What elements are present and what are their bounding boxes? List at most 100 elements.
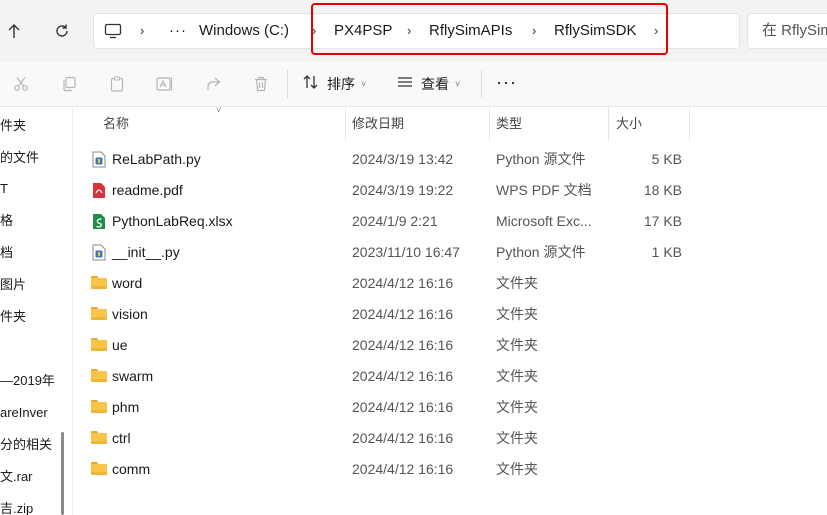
toolbar-divider: [481, 70, 482, 98]
nav-pane-scrollbar[interactable]: [61, 432, 64, 515]
folder-icon: [91, 400, 107, 413]
search-input[interactable]: 在 RflySim: [747, 13, 827, 49]
file-name: ReLabPath.py: [112, 151, 201, 167]
navigation-pane: 件夹 的文件 T 格 档 图片 件夹 —2019年 areInver 分的相关 …: [0, 107, 70, 515]
breadcrumb-drive[interactable]: Windows (C:): [199, 14, 289, 48]
column-divider[interactable]: [489, 107, 490, 141]
cut-icon[interactable]: [8, 71, 34, 97]
file-size: 18 KB: [643, 182, 682, 198]
file-date: 2024/4/12 16:16: [352, 399, 454, 415]
file-date: 2024/3/19 19:22: [352, 182, 454, 198]
more-options-button[interactable]: ···: [496, 62, 517, 106]
file-date: 2024/4/12 16:16: [352, 337, 454, 353]
view-menu-button[interactable]: 查看 ˅: [397, 62, 460, 106]
file-date: 2024/4/12 16:16: [352, 461, 454, 477]
sort-menu-button[interactable]: 排序 ˅: [303, 62, 366, 106]
copy-icon[interactable]: [56, 71, 82, 97]
folder-icon: [91, 338, 107, 351]
nav-item[interactable]: 格: [0, 210, 13, 232]
nav-item[interactable]: 件夹: [0, 306, 26, 328]
folder-icon: [91, 276, 107, 289]
file-date: 2023/11/10 16:47: [352, 244, 460, 260]
file-type: 文件夹: [496, 368, 538, 384]
file-type: Microsoft Exc...: [496, 213, 592, 229]
nav-item[interactable]: T: [0, 178, 8, 200]
folder-row[interactable]: swarm 2024/4/12 16:16 文件夹: [73, 361, 753, 392]
file-row[interactable]: readme.pdf 2024/3/19 19:22 WPS PDF 文档 18…: [73, 175, 753, 206]
column-name-label: 名称: [103, 116, 130, 131]
sort-icon: [303, 75, 319, 93]
column-divider[interactable]: [689, 107, 690, 141]
excel-file-icon: [93, 214, 105, 229]
nav-item[interactable]: 文.rar: [0, 466, 33, 488]
nav-item[interactable]: areInver: [0, 402, 48, 424]
folder-icon: [91, 462, 107, 475]
nav-item[interactable]: 图片: [0, 274, 26, 296]
nav-item[interactable]: 吉.zip: [0, 498, 33, 515]
file-list: 名称 ˅ 修改日期 类型 大小 ReLabPath.py 2024/3/19 1…: [73, 105, 827, 515]
folder-row[interactable]: vision 2024/4/12 16:16 文件夹: [73, 299, 753, 330]
file-name: PythonLabReq.xlsx: [112, 213, 233, 229]
file-type: WPS PDF 文档: [496, 182, 592, 198]
python-file-icon: [92, 244, 106, 261]
folder-row[interactable]: comm 2024/4/12 16:16 文件夹: [73, 454, 753, 485]
up-arrow-icon[interactable]: [0, 18, 28, 44]
computer-icon[interactable]: [104, 14, 122, 48]
file-name: word: [112, 275, 143, 291]
breadcrumb-overflow[interactable]: ···: [169, 14, 187, 48]
folder-row[interactable]: ue 2024/4/12 16:16 文件夹: [73, 330, 753, 361]
nav-item[interactable]: 分的相关: [0, 434, 52, 456]
file-name: ctrl: [112, 430, 131, 446]
refresh-icon[interactable]: [48, 18, 76, 44]
file-type: 文件夹: [496, 430, 538, 446]
file-date: 2024/4/12 16:16: [352, 430, 454, 446]
nav-item[interactable]: 的文件: [0, 147, 39, 169]
column-header-size[interactable]: 大小: [616, 107, 642, 141]
file-name: vision: [112, 306, 148, 322]
nav-item[interactable]: 件夹: [0, 115, 26, 137]
nav-item[interactable]: —2019年: [0, 370, 55, 392]
nav-item[interactable]: 档: [0, 242, 13, 264]
folder-row[interactable]: word 2024/4/12 16:16 文件夹: [73, 268, 753, 299]
file-type: 文件夹: [496, 337, 538, 353]
column-header-date[interactable]: 修改日期: [352, 107, 404, 141]
chevron-right-icon[interactable]: ›: [140, 14, 144, 48]
file-type: Python 源文件: [496, 151, 586, 167]
address-row: › ··· Windows (C:) › PX4PSP › RflySimAPI…: [0, 0, 827, 62]
file-name: ue: [112, 337, 128, 353]
folder-row[interactable]: phm 2024/4/12 16:16 文件夹: [73, 392, 753, 423]
file-size: 17 KB: [643, 213, 682, 229]
rename-icon[interactable]: [152, 71, 178, 97]
column-header-type[interactable]: 类型: [496, 107, 522, 141]
file-row[interactable]: __init__.py 2023/11/10 16:47 Python 源文件 …: [73, 237, 753, 268]
file-type: 文件夹: [496, 275, 538, 291]
folder-row[interactable]: ctrl 2024/4/12 16:16 文件夹: [73, 423, 753, 454]
delete-icon[interactable]: [248, 71, 274, 97]
chevron-down-icon: ˅: [455, 79, 461, 89]
column-date-label: 修改日期: [352, 116, 405, 131]
file-date: 2024/1/9 2:21: [352, 213, 438, 229]
folder-icon: [91, 307, 107, 320]
view-label: 查看: [421, 76, 449, 92]
folder-icon: [91, 431, 107, 444]
file-size: 1 KB: [651, 244, 682, 260]
file-type: 文件夹: [496, 461, 538, 477]
column-divider[interactable]: [608, 107, 609, 141]
file-type: 文件夹: [496, 306, 538, 322]
python-file-icon: [92, 151, 106, 168]
file-row[interactable]: ReLabPath.py 2024/3/19 13:42 Python 源文件 …: [73, 144, 753, 175]
file-size: 5 KB: [651, 151, 682, 167]
file-row[interactable]: PythonLabReq.xlsx 2024/1/9 2:21 Microsof…: [73, 206, 753, 237]
file-date: 2024/4/12 16:16: [352, 368, 454, 384]
paste-icon[interactable]: [104, 71, 130, 97]
column-divider[interactable]: [345, 107, 346, 141]
search-placeholder: 在 RflySim: [762, 22, 827, 39]
file-date: 2024/4/12 16:16: [352, 275, 454, 291]
chevron-down-icon: ˅: [361, 79, 367, 89]
toolbar-divider: [287, 70, 288, 98]
file-type: 文件夹: [496, 399, 538, 415]
file-date: 2024/4/12 16:16: [352, 306, 454, 322]
column-type-label: 类型: [496, 116, 523, 131]
share-icon[interactable]: [200, 71, 226, 97]
pdf-file-icon: [93, 183, 105, 198]
